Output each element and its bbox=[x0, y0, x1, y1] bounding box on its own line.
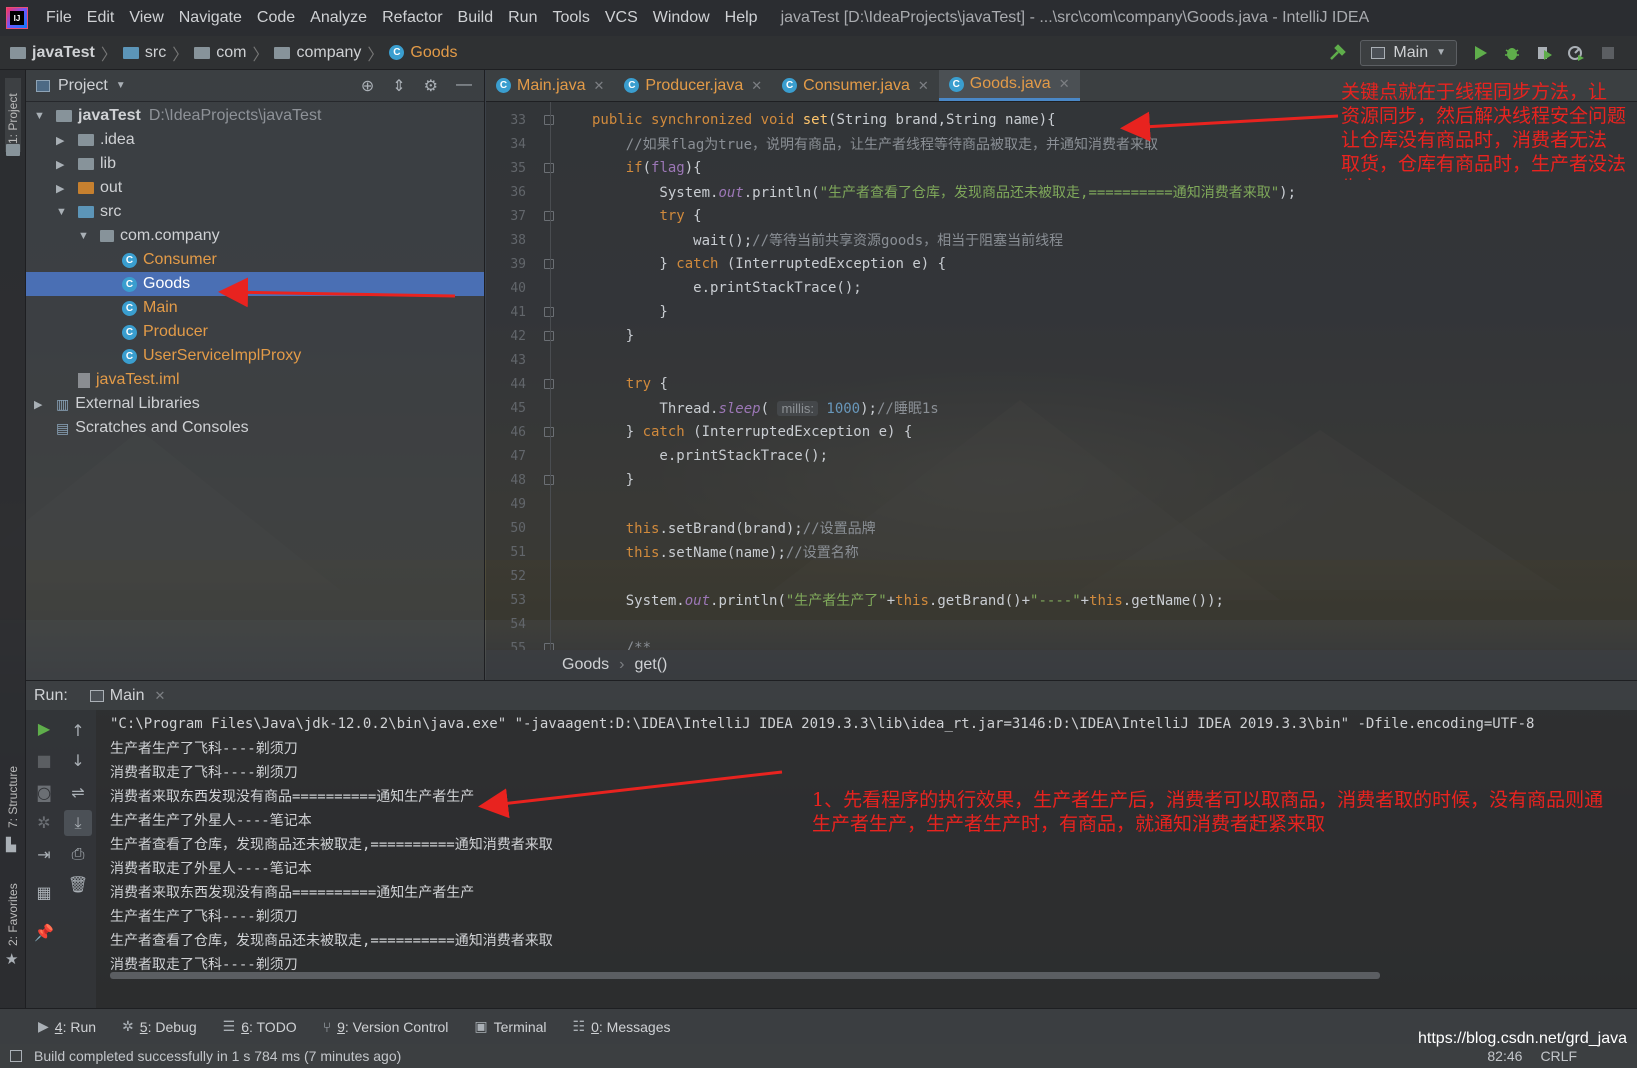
annotation-arrow-console bbox=[478, 770, 783, 819]
annotation-arrows bbox=[218, 111, 1339, 819]
annotation-arrow-goods bbox=[218, 277, 456, 308]
annotation-arrow-code bbox=[1120, 111, 1339, 142]
